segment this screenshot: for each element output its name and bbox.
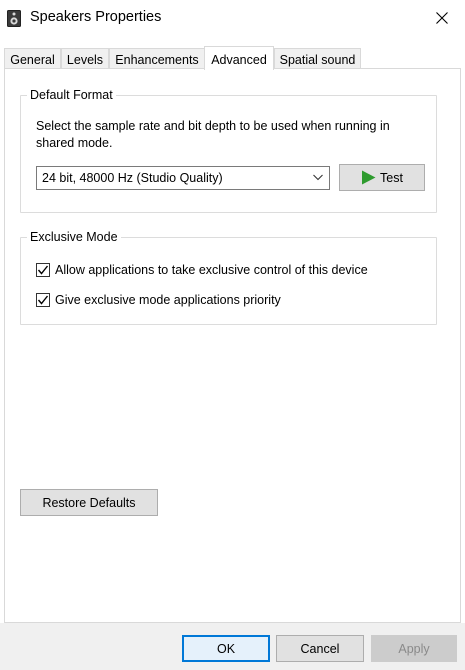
default-format-legend: Default Format bbox=[27, 88, 116, 102]
exclusive-mode-legend: Exclusive Mode bbox=[27, 230, 121, 244]
tab-general[interactable]: General bbox=[4, 48, 61, 69]
cancel-label: Cancel bbox=[300, 641, 340, 656]
tab-spatial-sound[interactable]: Spatial sound bbox=[274, 48, 361, 69]
test-button[interactable]: Test bbox=[339, 164, 425, 191]
exclusive-priority-checkbox-row[interactable]: Give exclusive mode applications priorit… bbox=[36, 293, 281, 307]
ok-button[interactable]: OK bbox=[182, 635, 270, 662]
checkmark-icon bbox=[37, 295, 49, 305]
allow-exclusive-control-checkbox-row[interactable]: Allow applications to take exclusive con… bbox=[36, 263, 368, 277]
window-title: Speakers Properties bbox=[30, 9, 162, 25]
format-dropdown[interactable]: 24 bit, 48000 Hz (Studio Quality) bbox=[36, 166, 330, 190]
tab-levels[interactable]: Levels bbox=[61, 48, 109, 69]
allow-exclusive-control-checkbox[interactable] bbox=[36, 263, 50, 277]
dialog-footer: OK Cancel Apply bbox=[0, 623, 465, 670]
apply-label: Apply bbox=[398, 641, 430, 656]
exclusive-priority-checkbox[interactable] bbox=[36, 293, 50, 307]
tab-label: Levels bbox=[66, 53, 104, 67]
advanced-tab-panel: Default Format Select the sample rate an… bbox=[4, 68, 461, 623]
tab-label: Spatial sound bbox=[279, 53, 356, 67]
cancel-button[interactable]: Cancel bbox=[276, 635, 364, 662]
default-format-group: Default Format Select the sample rate an… bbox=[20, 88, 437, 213]
apply-button[interactable]: Apply bbox=[371, 635, 457, 662]
tab-label: Advanced bbox=[211, 52, 267, 67]
exclusive-priority-label: Give exclusive mode applications priorit… bbox=[55, 293, 281, 307]
tab-advanced[interactable]: Advanced bbox=[204, 46, 274, 70]
close-icon bbox=[436, 12, 448, 24]
exclusive-mode-group: Exclusive Mode Allow applications to tak… bbox=[20, 230, 437, 325]
restore-defaults-label: Restore Defaults bbox=[42, 495, 136, 510]
play-icon bbox=[362, 170, 376, 185]
speaker-icon bbox=[7, 10, 21, 27]
ok-label: OK bbox=[216, 641, 236, 656]
title-bar: Speakers Properties bbox=[0, 0, 465, 36]
default-format-description: Select the sample rate and bit depth to … bbox=[36, 119, 390, 150]
format-dropdown-value: 24 bit, 48000 Hz (Studio Quality) bbox=[42, 171, 223, 185]
test-button-label: Test bbox=[380, 170, 403, 185]
tab-enhancements[interactable]: Enhancements bbox=[109, 48, 205, 69]
allow-exclusive-control-label: Allow applications to take exclusive con… bbox=[55, 263, 368, 277]
close-button[interactable] bbox=[419, 0, 465, 36]
tab-label: General bbox=[10, 53, 55, 67]
restore-defaults-button[interactable]: Restore Defaults bbox=[20, 489, 158, 516]
checkmark-icon bbox=[37, 265, 49, 275]
tab-label: Enhancements bbox=[115, 53, 199, 67]
chevron-down-icon bbox=[313, 174, 323, 181]
